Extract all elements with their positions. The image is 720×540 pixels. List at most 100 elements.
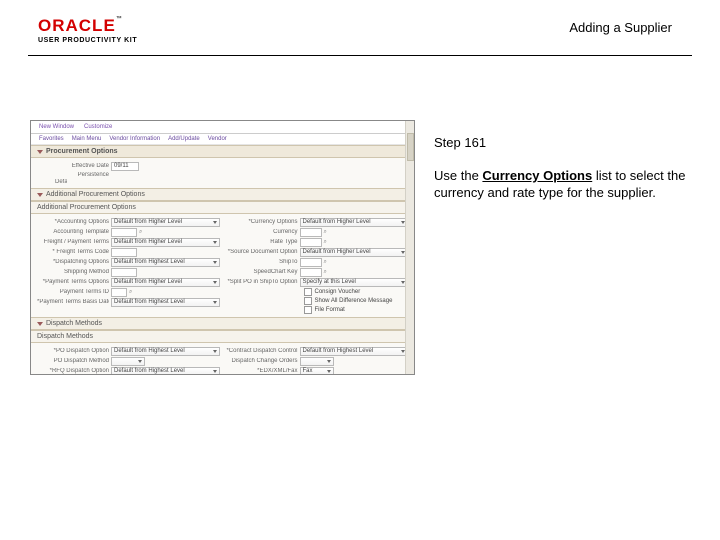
lbl: *EDX/XML/Fax xyxy=(226,368,298,374)
po-dispatch-option-select[interactable]: Default from Highest Level xyxy=(111,347,220,356)
lbl: Dispatch Change Orders xyxy=(226,358,298,364)
lbl: Freight / Payment Terms xyxy=(37,239,109,245)
lookup-icon[interactable]: ⌕ xyxy=(324,229,328,235)
trademark: ™ xyxy=(116,16,122,22)
app-sub-tabs: New Window Customize xyxy=(31,121,414,134)
main-panel: Procurement Options Effective Date 09/11… xyxy=(31,145,414,375)
section-dispatch-sub[interactable]: Dispatch Methods xyxy=(31,330,414,343)
lookup-icon[interactable]: ⌕ xyxy=(129,289,133,295)
lbl: * Freight Terms Code xyxy=(37,249,109,255)
shipping-method-field[interactable] xyxy=(111,268,137,277)
payment-terms-id-field[interactable] xyxy=(111,288,127,297)
consign-voucher-checkbox[interactable] xyxy=(304,288,312,296)
crumb[interactable]: Add/Update xyxy=(168,136,200,142)
lbl: Accounting Template xyxy=(37,229,109,235)
scrollbar-thumb[interactable] xyxy=(407,133,414,161)
sub-brand: USER PRODUCTIVITY KIT xyxy=(38,37,137,44)
step-label: Step 161 xyxy=(434,135,694,150)
section-title: Additional Procurement Options xyxy=(37,204,136,211)
instr-strong: Currency Options xyxy=(482,168,592,183)
crumb[interactable]: Favorites xyxy=(39,136,64,142)
chk-lbl: Consign Voucher xyxy=(315,289,361,295)
lbl: *PO Dispatch Option xyxy=(37,348,109,354)
shipto-field[interactable] xyxy=(300,258,322,267)
freight-terms-select[interactable]: Default from Higher Level xyxy=(111,238,220,247)
step-instruction: Use the Currency Options list to select … xyxy=(434,168,694,201)
persist-value: Default xyxy=(37,179,67,185)
lbl: Rate Type xyxy=(226,239,298,245)
lookup-icon[interactable]: ⌕ xyxy=(324,269,328,275)
section-dispatch[interactable]: Dispatch Methods xyxy=(31,317,414,330)
chk-lbl: File Format xyxy=(315,307,345,313)
subtab[interactable]: Customize xyxy=(84,124,112,130)
edx-xml-fax-select[interactable]: Fax xyxy=(300,367,334,376)
lbl: *Accounting Options xyxy=(37,219,109,225)
lbl: Currency xyxy=(226,229,298,235)
lbl: SpeedChart Key xyxy=(226,269,298,275)
section-title: Procurement Options xyxy=(46,148,118,155)
effdate-field[interactable]: 09/11 xyxy=(111,162,139,171)
lookup-icon[interactable]: ⌕ xyxy=(324,259,328,265)
lbl: *Payment Terms Options xyxy=(37,279,109,285)
show-diff-checkbox[interactable] xyxy=(304,297,312,305)
contract-dispatch-control-select[interactable]: Default from Highest Level xyxy=(300,347,409,356)
accounting-template-field[interactable] xyxy=(111,228,137,237)
page-title: Adding a Supplier xyxy=(569,20,672,35)
breadcrumb: Favorites Main Menu Vendor Information A… xyxy=(31,134,414,145)
currency-field[interactable] xyxy=(300,228,322,237)
file-format-checkbox[interactable] xyxy=(304,306,312,314)
lbl: *Split PO in ShipTo Option xyxy=(226,279,298,285)
chk-lbl: Show All Difference Message xyxy=(315,298,393,304)
section-procurement[interactable]: Procurement Options xyxy=(31,145,414,158)
brand-name: ORACLE xyxy=(38,16,116,35)
payment-terms-select[interactable]: Default from Higher Level xyxy=(111,278,220,287)
dispatch-change-orders-select[interactable] xyxy=(300,357,334,366)
payment-basis-date-select[interactable]: Default from Highest Level xyxy=(111,298,220,307)
section-title: Additional Procurement Options xyxy=(46,191,145,198)
speedchart-field[interactable] xyxy=(300,268,322,277)
addl-grid: *Accounting OptionsDefault from Higher L… xyxy=(31,214,414,317)
header-rule xyxy=(28,55,692,56)
lbl: *RFQ Dispatch Option xyxy=(37,368,109,374)
lbl: *Source Document Option xyxy=(226,249,298,255)
crumb[interactable]: Vendor Information xyxy=(109,136,160,142)
accounting-options-select[interactable]: Default from Higher Level xyxy=(111,218,220,227)
po-dispatch-method-select[interactable] xyxy=(111,357,145,366)
lbl: *Currency Options xyxy=(226,219,298,225)
subtab[interactable]: New Window xyxy=(39,124,74,130)
crumb[interactable]: Vendor xyxy=(208,136,227,142)
section-addl-proc[interactable]: Additional Procurement Options xyxy=(31,188,414,201)
lbl: *Contract Dispatch Control xyxy=(226,348,298,354)
chevron-down-icon xyxy=(37,193,43,197)
oracle-logo: ORACLE™ USER PRODUCTIVITY KIT xyxy=(38,16,137,44)
freight-terms-code-field[interactable] xyxy=(111,248,137,257)
lookup-icon[interactable]: ⌕ xyxy=(324,239,328,245)
rfq-dispatch-option-select[interactable]: Default from Highest Level xyxy=(111,367,220,376)
dispatch-grid: *PO Dispatch OptionDefault from Highest … xyxy=(31,343,414,375)
brand-header: ORACLE™ USER PRODUCTIVITY KIT Adding a S… xyxy=(28,16,692,56)
vertical-scrollbar[interactable] xyxy=(405,121,414,374)
eff-block: Effective Date 09/11 Persistence Default xyxy=(31,158,414,188)
section-title: Dispatch Methods xyxy=(37,333,93,340)
source-doc-select[interactable]: Default from Higher Level xyxy=(300,248,409,257)
persist-label: Persistence xyxy=(37,172,109,178)
section-title: Dispatch Methods xyxy=(46,320,102,327)
chevron-down-icon xyxy=(37,150,43,154)
lookup-icon[interactable]: ⌕ xyxy=(139,229,143,235)
lbl: *Dispatching Options xyxy=(37,259,109,265)
split-po-select[interactable]: Specify at this Level xyxy=(300,278,409,287)
effdate-label: Effective Date xyxy=(37,163,109,169)
crumb[interactable]: Main Menu xyxy=(72,136,102,142)
rate-type-field[interactable] xyxy=(300,238,322,247)
section-addl-pay[interactable]: Additional Procurement Options xyxy=(31,201,414,214)
instr-prefix: Use the xyxy=(434,168,482,183)
lbl: ShipTo xyxy=(226,259,298,265)
instruction-panel: Step 161 Use the Currency Options list t… xyxy=(434,135,694,201)
app-screenshot: New Window Customize Favorites Main Menu… xyxy=(30,120,415,375)
lbl: Payment Terms ID xyxy=(37,289,109,295)
dispatching-options-select[interactable]: Default from Highest Level xyxy=(111,258,220,267)
currency-options-select[interactable]: Default from Higher Level xyxy=(300,218,409,227)
lbl: PO Dispatch Method xyxy=(37,358,109,364)
chevron-down-icon xyxy=(37,322,43,326)
lbl: Shipping Method xyxy=(37,269,109,275)
